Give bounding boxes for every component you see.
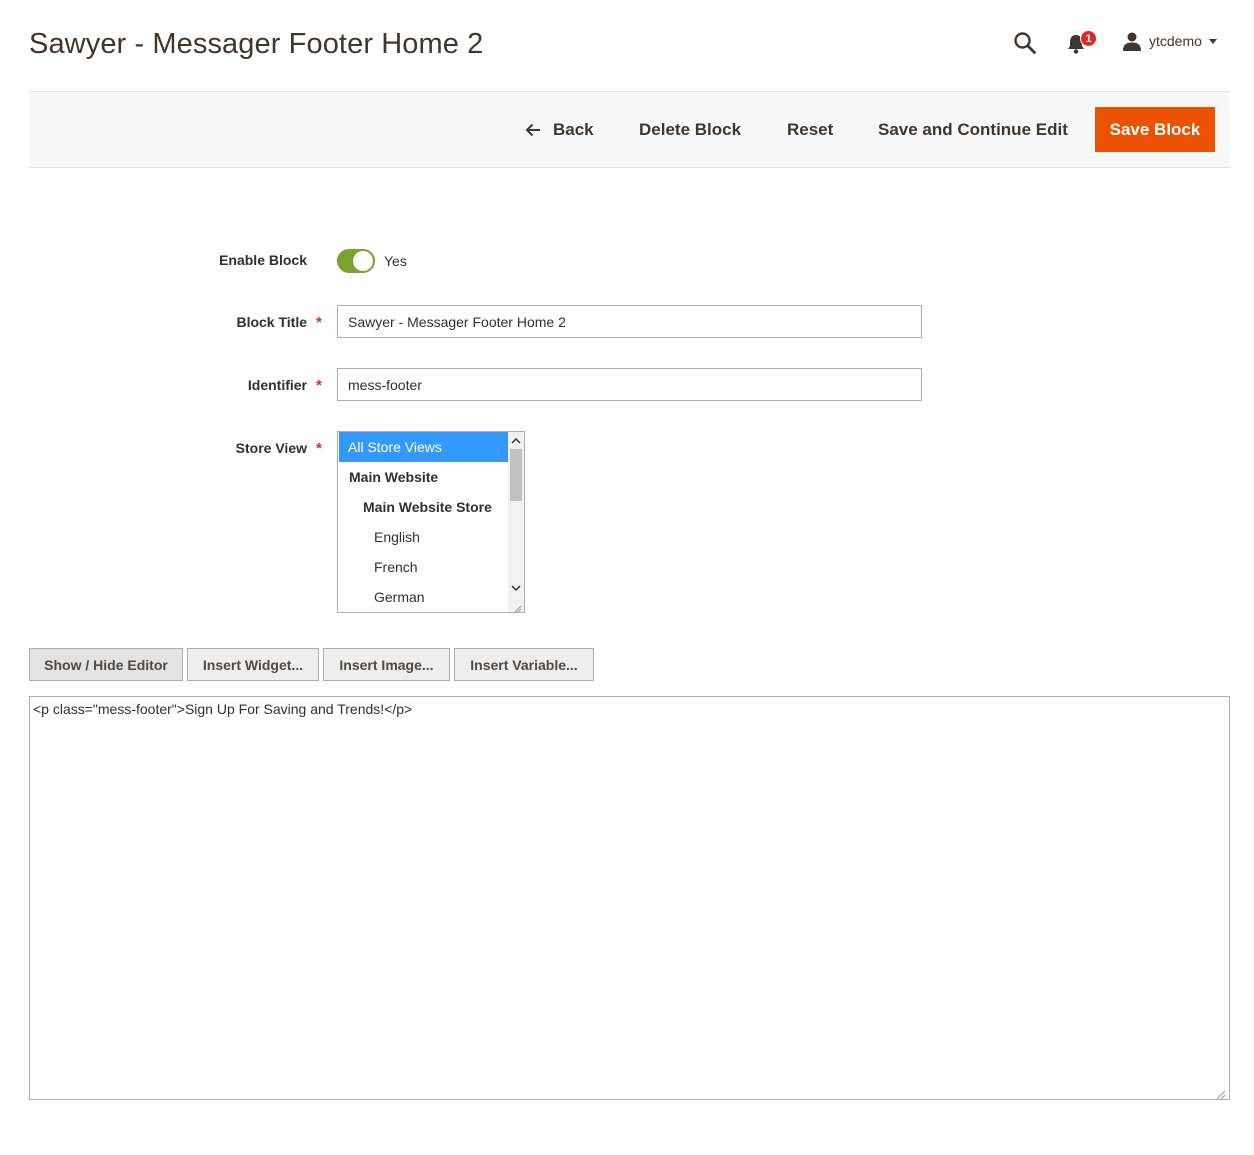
identifier-label: Identifier [247,377,307,393]
enable-block-label: Enable Block [219,252,307,268]
store-view-option-english[interactable]: English [339,522,508,552]
user-menu[interactable]: ytcdemo [1122,31,1217,51]
arrow-left-icon [525,123,541,137]
reset-button[interactable]: Reset [775,107,845,152]
notifications-button[interactable]: 1 [1066,30,1100,56]
delete-block-button[interactable]: Delete Block [627,107,753,152]
content-textarea[interactable]: <p class="mess-footer">Sign Up For Savin… [29,696,1230,1100]
insert-image-button[interactable]: Insert Image... [323,648,450,681]
save-block-button[interactable]: Save Block [1095,107,1215,152]
scroll-up-icon[interactable] [508,432,524,448]
page-title: Sawyer - Messager Footer Home 2 [29,28,484,60]
resize-grip-icon[interactable] [513,601,522,612]
user-name: ytcdemo [1149,33,1202,49]
enable-block-toggle[interactable] [337,249,375,273]
store-view-option-french[interactable]: French [339,552,508,582]
chevron-down-icon [1208,38,1217,44]
back-label: Back [553,119,594,139]
required-asterisk: * [316,440,322,457]
notification-count-badge: 1 [1080,30,1097,47]
insert-widget-button[interactable]: Insert Widget... [187,648,319,681]
multiselect-scrollbar[interactable] [508,432,524,612]
store-view-option-all[interactable]: All Store Views [339,432,508,462]
search-icon[interactable] [1012,30,1038,56]
block-title-label: Block Title [236,314,307,330]
enable-block-value: Yes [384,253,407,269]
show-hide-editor-button[interactable]: Show / Hide Editor [29,648,183,681]
toggle-knob [353,251,373,271]
user-icon [1123,32,1141,51]
store-view-option-german[interactable]: German [339,582,508,612]
scroll-down-icon[interactable] [508,580,524,596]
store-view-multiselect[interactable]: All Store Views Main Website Main Websit… [337,431,525,613]
save-and-continue-button[interactable]: Save and Continue Edit [866,107,1080,152]
insert-variable-button[interactable]: Insert Variable... [454,648,594,681]
store-view-option-main-website[interactable]: Main Website [339,462,508,492]
identifier-input[interactable] [337,368,922,401]
store-view-label: Store View [235,440,307,456]
back-button[interactable]: Back [513,107,606,152]
resize-grip-icon[interactable] [1216,1087,1226,1100]
block-title-input[interactable] [337,305,922,338]
scroll-thumb[interactable] [510,449,522,501]
required-asterisk: * [316,314,322,331]
page-actions-bar: Back Delete Block Reset Save and Continu… [29,91,1230,168]
store-view-option-main-website-store[interactable]: Main Website Store [339,492,508,522]
required-asterisk: * [316,377,322,394]
